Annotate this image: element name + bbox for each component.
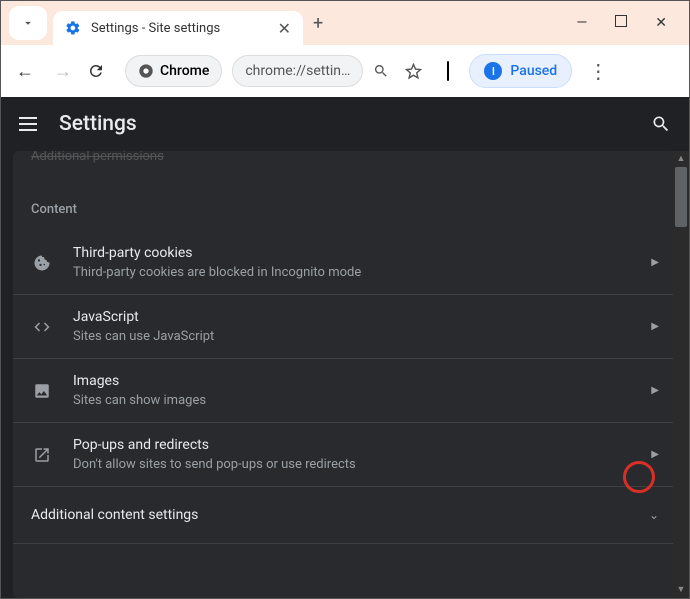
chrome-chip-label: Chrome [160, 63, 209, 79]
profile-avatar-icon: I [484, 62, 502, 80]
settings-page: Settings Additional permissions Content … [1, 97, 689, 598]
settings-header: Settings [1, 97, 689, 151]
chevron-down-icon: ⌄ [649, 508, 659, 522]
url-text: chrome://settin… [245, 63, 350, 79]
toolbar: ← → Chrome chrome://settin… I Paused ⋮ [1, 45, 689, 97]
chevron-right-icon: ▶ [651, 257, 659, 268]
maximize-button[interactable] [615, 15, 627, 31]
row-subtitle: Sites can use JavaScript [73, 329, 631, 344]
image-icon [31, 382, 53, 400]
row-title: Pop-ups and redirects [73, 437, 631, 453]
minimize-button[interactable]: — [576, 15, 587, 31]
row-images[interactable]: Images Sites can show images ▶ [13, 359, 677, 423]
new-tab-button[interactable]: + [313, 13, 323, 34]
scroll-thumb[interactable] [675, 167, 687, 227]
reader-mode-button[interactable] [437, 62, 459, 80]
star-icon [405, 63, 422, 80]
chrome-icon [138, 63, 154, 79]
chrome-chip[interactable]: Chrome [125, 55, 222, 87]
paused-label: Paused [510, 63, 557, 79]
row-additional-content-settings[interactable]: Additional content settings ⌄ [13, 487, 677, 544]
row-subtitle: Sites can show images [73, 393, 631, 408]
search-icon [651, 114, 671, 134]
row-javascript[interactable]: JavaScript Sites can use JavaScript ▶ [13, 295, 677, 359]
row-third-party-cookies[interactable]: Third-party cookies Third-party cookies … [13, 231, 677, 295]
menu-button[interactable] [19, 117, 37, 131]
chevron-down-icon [21, 16, 35, 30]
browser-menu-button[interactable]: ⋮ [582, 59, 614, 83]
row-subtitle: Don't allow sites to send pop-ups or use… [73, 457, 631, 472]
scroll-up-icon[interactable]: ▲ [673, 151, 689, 167]
forward-button[interactable]: → [49, 61, 77, 82]
tab-bar: Settings - Site settings ✕ + — ✕ [1, 1, 689, 45]
reload-icon [87, 62, 105, 80]
section-label-content: Content [13, 166, 677, 231]
code-icon [31, 318, 53, 336]
chevron-right-icon: ▶ [651, 449, 659, 460]
settings-search-button[interactable] [651, 114, 671, 134]
scroll-down-icon[interactable]: ▼ [673, 582, 689, 598]
browser-tab[interactable]: Settings - Site settings ✕ [53, 11, 303, 45]
window-close-button[interactable]: ✕ [655, 15, 667, 31]
reload-button[interactable] [87, 62, 115, 80]
chevron-right-icon: ▶ [651, 385, 659, 396]
tab-search-button[interactable] [9, 6, 47, 40]
cookie-icon [31, 254, 53, 272]
scrollbar[interactable]: ▲ ▼ [673, 151, 689, 598]
zoom-button[interactable] [373, 63, 395, 79]
back-button[interactable]: ← [11, 61, 39, 82]
omnibox[interactable]: chrome://settin… [232, 55, 363, 87]
settings-panel: Additional permissions Content Third-par… [13, 151, 677, 598]
truncated-previous-section: Additional permissions [13, 151, 677, 164]
row-title: Third-party cookies [73, 245, 631, 261]
row-title: Additional content settings [31, 507, 629, 523]
row-popups-redirects[interactable]: Pop-ups and redirects Don't allow sites … [13, 423, 677, 487]
open-in-new-icon [31, 446, 53, 464]
row-subtitle: Third-party cookies are blocked in Incog… [73, 265, 631, 280]
window-controls: — ✕ [576, 15, 681, 31]
magnifier-icon [373, 63, 389, 79]
row-title: JavaScript [73, 309, 631, 325]
tab-title: Settings - Site settings [91, 21, 268, 36]
reader-icon [447, 61, 449, 81]
row-title: Images [73, 373, 631, 389]
profile-paused-button[interactable]: I Paused [469, 54, 572, 88]
chevron-right-icon: ▶ [651, 321, 659, 332]
tab-close-button[interactable]: ✕ [278, 19, 291, 38]
bookmark-button[interactable] [405, 63, 427, 80]
page-title: Settings [59, 112, 137, 136]
gear-icon [65, 20, 81, 36]
